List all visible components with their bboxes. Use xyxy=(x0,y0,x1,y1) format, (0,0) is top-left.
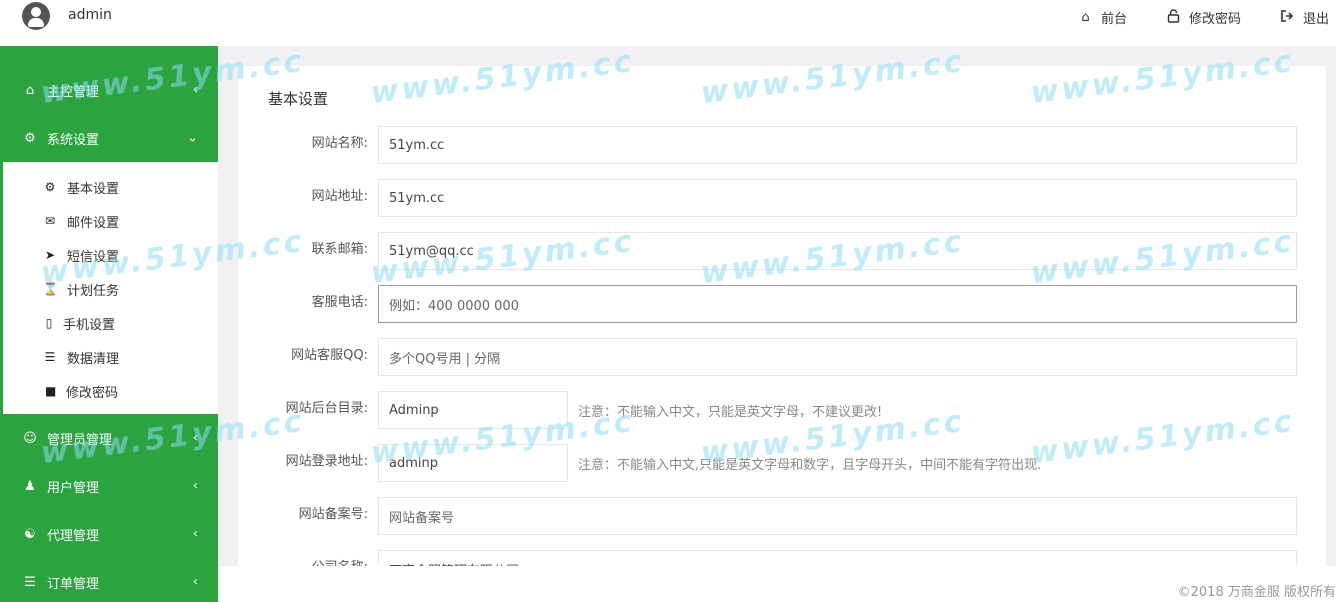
submenu-item-mail-settings[interactable]: ✉ 邮件设置 xyxy=(3,204,218,238)
home-icon: ⌂ xyxy=(25,82,35,98)
sidebar-item-admin-management[interactable]: ☺ 管理员管理 ‹ xyxy=(0,414,218,462)
service-qq-label: 网站客服QQ: xyxy=(291,348,368,363)
sidebar-item-user-management[interactable]: ♟ 用户管理 ‹ xyxy=(0,462,218,510)
frontend-link-label: 前台 xyxy=(1100,12,1127,27)
company-name-label: 公司名称: xyxy=(312,556,368,566)
icp-number-label: 网站备案号: xyxy=(298,507,368,522)
sidebar-item-label: 系统设置 xyxy=(47,132,100,148)
panel-title: 基本设置 xyxy=(268,90,329,108)
service-phone-label: 客服电话: xyxy=(311,295,368,310)
sidebar-item-label: 代理管理 xyxy=(47,528,100,544)
submenu-item-change-password[interactable]: ■ 修改密码 xyxy=(3,374,218,408)
user-circle-icon: ☺ xyxy=(23,430,37,446)
submenu-item-scheduled-tasks[interactable]: ⌛ 计划任务 xyxy=(3,272,218,306)
icp-number-input[interactable]: 网站备案号 xyxy=(378,497,1297,535)
form-row-service-phone: 客服电话: 例如：400 0000 000 xyxy=(238,285,1326,323)
gears-icon: ⚙ xyxy=(24,130,36,146)
submenu-item-data-cleanup[interactable]: ☰ 数据清理 xyxy=(3,340,218,374)
sidebar-item-dashboard[interactable]: ⌂ 主控管理 ‹ xyxy=(0,66,218,114)
submenu-item-label: 修改密码 xyxy=(66,385,119,401)
logout-link-label: 退出 xyxy=(1302,12,1329,27)
login-url-note: 注意：不能输入中文,只能是英文字母和数字，且字母开头，中间不能有字符出现. xyxy=(578,458,1042,473)
contact-email-label: 联系邮箱: xyxy=(311,242,368,257)
users-icon: ♟ xyxy=(24,478,36,494)
chevron-left-icon: ‹ xyxy=(192,574,198,590)
settings-panel: 基本设置 网站名称: 51ym.cc 网站地址: 51ym.cc 联系邮箱: 5… xyxy=(238,66,1326,566)
paper-plane-icon: ➤ xyxy=(44,248,56,262)
admin-dir-input[interactable]: Adminp xyxy=(378,391,568,429)
form-row-admin-dir: 网站后台目录: Adminp 注意：不能输入中文，只能是英文字母，不建议更改! xyxy=(238,391,1326,429)
site-name-label: 网站名称: xyxy=(311,136,368,151)
logout-link[interactable]: 退出 xyxy=(1281,8,1329,27)
form-row-site-url: 网站地址: 51ym.cc xyxy=(238,179,1326,217)
service-qq-input[interactable]: 多个QQ号用 | 分隔 xyxy=(378,338,1297,376)
main-content: 基本设置 网站名称: 51ym.cc 网站地址: 51ym.cc 联系邮箱: 5… xyxy=(218,46,1336,566)
submenu-item-mobile-settings[interactable]: ▯ 手机设置 xyxy=(3,306,218,340)
unlock-icon xyxy=(1167,8,1180,27)
database-icon: ☰ xyxy=(44,350,56,364)
chevron-down-icon: ⌄ xyxy=(187,130,198,146)
form-row-company-name: 公司名称: 万商金服管理有限公司 xyxy=(238,550,1326,566)
submenu-item-label: 手机设置 xyxy=(63,317,116,333)
service-phone-input[interactable]: 例如：400 0000 000 xyxy=(378,285,1297,323)
mobile-icon: ▯ xyxy=(45,316,53,330)
vertical-scrollbar[interactable] xyxy=(1328,46,1336,566)
list-icon: ☰ xyxy=(24,574,36,590)
change-password-link[interactable]: 修改密码 xyxy=(1167,8,1241,27)
chevron-left-icon: ‹ xyxy=(192,478,198,494)
lock-icon: ■ xyxy=(45,384,57,398)
username: admin xyxy=(68,7,112,23)
top-links: ⌂ 前台 修改密码 退出 xyxy=(1039,8,1336,27)
submenu-item-label: 数据清理 xyxy=(67,351,120,367)
form-row-service-qq: 网站客服QQ: 多个QQ号用 | 分隔 xyxy=(238,338,1326,376)
sidebar-item-label: 订单管理 xyxy=(47,576,100,592)
site-name-input[interactable]: 51ym.cc xyxy=(378,126,1297,164)
site-url-label: 网站地址: xyxy=(311,189,368,204)
admin-dir-note: 注意：不能输入中文，只能是英文字母，不建议更改! xyxy=(578,405,883,420)
chevron-left-icon: ‹ xyxy=(192,82,198,98)
sidebar-item-label: 用户管理 xyxy=(47,480,100,496)
chevron-left-icon: ‹ xyxy=(192,526,198,542)
envelope-icon: ✉ xyxy=(44,214,56,228)
submenu-item-label: 短信设置 xyxy=(67,249,120,265)
system-settings-submenu: ⚙ 基本设置 ✉ 邮件设置 ➤ 短信设置 ⌛ 计划任务 ▯ 手机设置 ☰ 数据清… xyxy=(0,162,218,414)
top-bar: admin ⌂ 前台 修改密码 退出 xyxy=(0,0,1336,46)
sidebar-item-order-management[interactable]: ☰ 订单管理 ‹ xyxy=(0,558,218,602)
login-url-input[interactable]: adminp xyxy=(378,444,568,482)
login-url-label: 网站登录地址: xyxy=(285,454,368,469)
sidebar-item-system-settings[interactable]: ⚙ 系统设置 ⌄ xyxy=(0,114,218,162)
submenu-item-label: 邮件设置 xyxy=(67,215,120,231)
change-password-link-label: 修改密码 xyxy=(1188,12,1241,27)
sidebar-item-label: 管理员管理 xyxy=(47,432,113,448)
company-name-input[interactable]: 万商金服管理有限公司 xyxy=(378,550,1297,566)
sidebar: ⌂ 主控管理 ‹ ⚙ 系统设置 ⌄ ⚙ 基本设置 ✉ 邮件设置 ➤ 短信设置 ⌛… xyxy=(0,46,218,602)
form-row-site-name: 网站名称: 51ym.cc xyxy=(238,126,1326,164)
sidebar-item-agent-management[interactable]: ☯ 代理管理 ‹ xyxy=(0,510,218,558)
cog-icon: ⚙ xyxy=(44,180,56,194)
form-row-login-url: 网站登录地址: adminp 注意：不能输入中文,只能是英文字母和数字，且字母开… xyxy=(238,444,1326,482)
avatar-icon[interactable] xyxy=(22,2,50,30)
admin-dir-label: 网站后台目录: xyxy=(285,401,368,416)
handshake-icon: ☯ xyxy=(24,526,36,542)
footer: ©2018 万商金服 版权所有 xyxy=(218,566,1336,602)
submenu-item-sms-settings[interactable]: ➤ 短信设置 xyxy=(3,238,218,272)
site-url-input[interactable]: 51ym.cc xyxy=(378,179,1297,217)
contact-email-input[interactable]: 51ym@qq.cc xyxy=(378,232,1297,270)
form-row-contact-email: 联系邮箱: 51ym@qq.cc xyxy=(238,232,1326,270)
chevron-left-icon: ‹ xyxy=(192,430,198,446)
hourglass-icon: ⌛ xyxy=(43,282,58,296)
sidebar-item-label: 主控管理 xyxy=(47,84,100,100)
copyright-text: ©2018 万商金服 版权所有 xyxy=(1177,585,1336,600)
form-row-icp-number: 网站备案号: 网站备案号 xyxy=(238,497,1326,535)
home-icon: ⌂ xyxy=(1081,10,1090,25)
submenu-item-basic-settings[interactable]: ⚙ 基本设置 xyxy=(3,170,218,204)
sign-out-icon xyxy=(1281,9,1294,26)
frontend-link[interactable]: ⌂ 前台 xyxy=(1079,8,1127,27)
submenu-item-label: 计划任务 xyxy=(67,283,120,299)
submenu-item-label: 基本设置 xyxy=(67,181,120,197)
